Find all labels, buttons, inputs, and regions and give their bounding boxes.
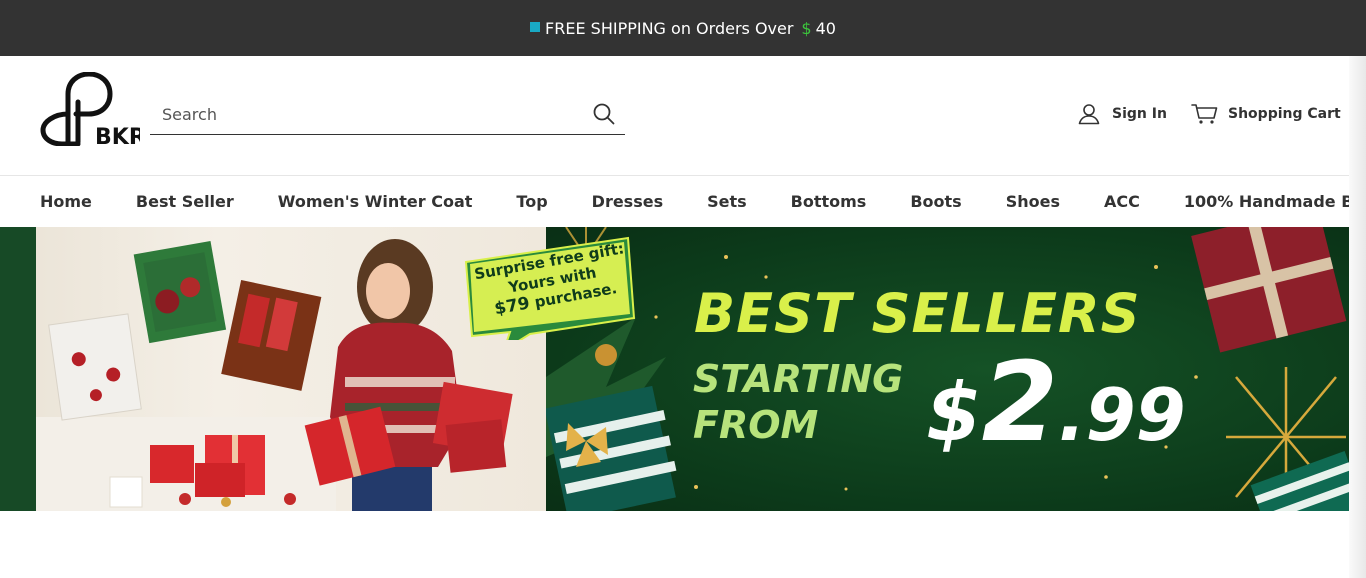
nav-item-dresses[interactable]: Dresses <box>592 192 663 211</box>
nav-item-home[interactable]: Home <box>40 192 92 211</box>
banner-subline-1: STARTING <box>693 357 904 401</box>
sign-in-link[interactable]: Sign In <box>1078 103 1167 125</box>
shopping-cart-link[interactable]: Shopping Cart <box>1191 103 1341 125</box>
nav-item-best-seller[interactable]: Best Seller <box>136 192 234 211</box>
announcement-text: FREE SHIPPING on Orders Over <box>545 18 794 38</box>
logo[interactable]: BKR <box>40 71 146 150</box>
banner-subline: STARTING FROM <box>693 356 903 448</box>
search-input[interactable] <box>150 94 580 134</box>
banner-edge-strip <box>0 227 36 511</box>
nav-item-handmade-bags[interactable]: 100% Handmade Bags <box>1184 192 1366 211</box>
nav-item-womens-winter-coat[interactable]: Women's Winter Coat <box>278 192 473 211</box>
sign-in-label: Sign In <box>1112 106 1167 122</box>
banner-price-whole: 2 <box>981 338 1059 466</box>
banner-subline-2: FROM <box>693 403 819 447</box>
flag-icon <box>530 22 541 32</box>
bkr-logo-icon: BKR <box>40 71 146 150</box>
nav-item-boots[interactable]: Boots <box>910 192 961 211</box>
banner-headline: BEST SELLERS <box>694 282 1141 345</box>
banner-price: $2.99 <box>926 338 1186 466</box>
search-bar <box>150 94 625 135</box>
main-nav: Home Best Seller Women's Winter Coat Top… <box>0 175 1366 227</box>
shopping-cart-label: Shopping Cart <box>1228 106 1341 122</box>
search-icon <box>593 103 615 125</box>
logo-text: BKR <box>95 125 140 146</box>
announcement-amount: 40 <box>815 18 836 38</box>
banner-price-currency: $ <box>926 366 982 459</box>
site-header: BKR Sign In Shopping Cart <box>0 56 1366 176</box>
banner-price-cents: .99 <box>1058 373 1186 457</box>
nav-item-acc[interactable]: ACC <box>1104 192 1140 211</box>
search-button[interactable] <box>593 103 615 125</box>
nav-item-shoes[interactable]: Shoes <box>1006 192 1060 211</box>
nav-item-sets[interactable]: Sets <box>707 192 747 211</box>
announcement-currency: $ <box>801 18 812 38</box>
page-edge-shadow <box>1349 56 1366 578</box>
cart-icon <box>1191 104 1218 124</box>
nav-item-bottoms[interactable]: Bottoms <box>791 192 867 211</box>
announcement-bar: FREE SHIPPING on Orders Over $ 40 <box>0 0 1366 56</box>
nav-item-top[interactable]: Top <box>516 192 547 211</box>
user-icon <box>1078 104 1100 125</box>
